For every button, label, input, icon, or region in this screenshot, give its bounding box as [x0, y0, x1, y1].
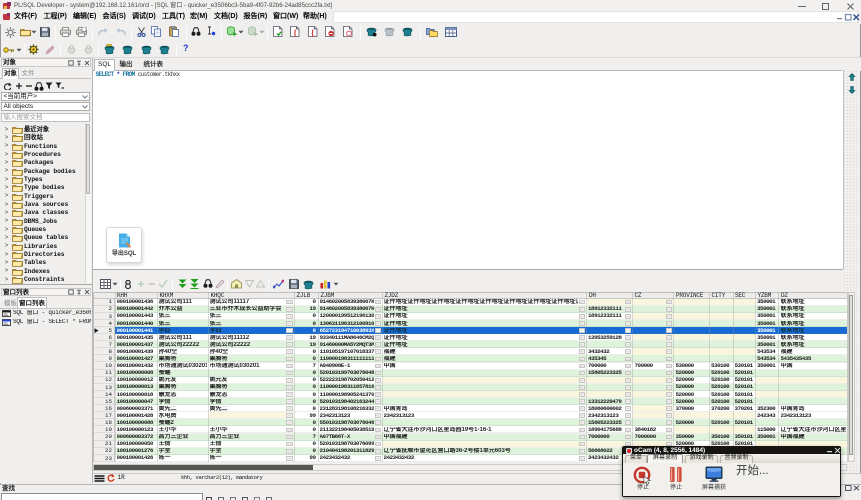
- svg-text:.: .: [314, 32, 315, 37]
- svg-text:{: {: [294, 29, 297, 38]
